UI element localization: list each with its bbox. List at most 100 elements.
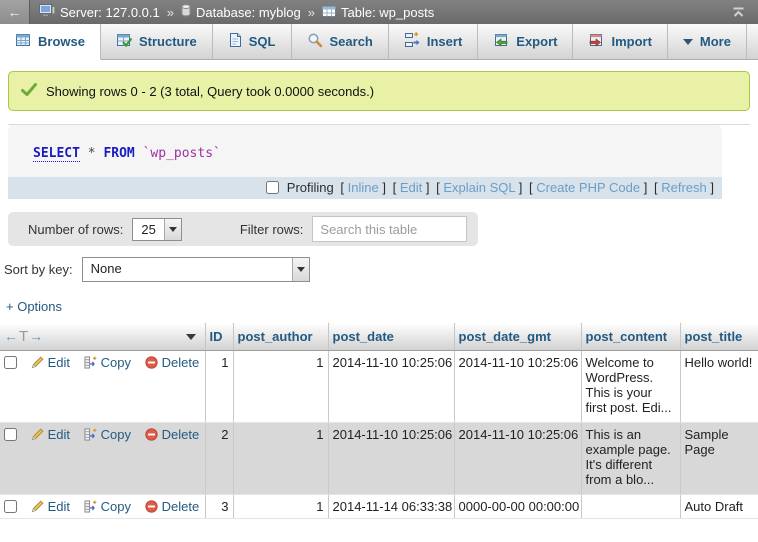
edit-row-link[interactable]: Edit [31,355,70,370]
delete-row-link[interactable]: Delete [145,427,200,442]
profiling-label: Profiling [287,180,334,195]
breadcrumb-database[interactable]: Database: myblog [181,4,301,20]
sort-row: Sort by key: None [4,257,758,282]
create-php-code-link[interactable]: Create PHP Code [536,180,640,195]
back-button[interactable]: ← [0,0,30,24]
tab-import[interactable]: Import [573,24,667,59]
row-checkbox[interactable] [4,500,17,513]
cell-post-content: This is an example page. It's different … [581,423,680,495]
cell-post-title: Hello world! [680,351,758,423]
cell-post-author: 1 [233,351,328,423]
copy-row-link[interactable]: Copy [84,499,131,514]
filter-rows-input[interactable] [312,216,467,242]
tab-more-label: More [700,34,731,49]
column-marker[interactable]: T [18,328,29,345]
table-row: Edit Copy Delete 1 1 2014-11-10 10:25:06… [0,351,758,423]
number-of-rows-select[interactable]: 25 [132,218,181,241]
tab-export-label: Export [516,34,557,49]
options-toggle-link[interactable]: + Options [6,299,62,314]
structure-icon [116,32,132,51]
tab-structure[interactable]: Structure [101,24,213,59]
column-header-id[interactable]: ID [205,323,233,351]
explain-sql-link[interactable]: Explain SQL [443,180,515,195]
column-header-post-date-gmt[interactable]: post_date_gmt [454,323,581,351]
search-icon [307,32,323,51]
inline-link[interactable]: Inline [348,180,379,195]
column-right-arrow-icon[interactable]: → [29,328,43,344]
refresh-link[interactable]: Refresh [661,180,707,195]
tab-insert-label: Insert [427,34,462,49]
collapse-panel-icon[interactable] [731,7,746,18]
copy-icon [84,356,97,369]
row-actions-cell: Edit Copy Delete [0,423,205,495]
bracket: [ [436,180,440,195]
tab-insert[interactable]: Insert [389,24,478,59]
delete-row-link[interactable]: Delete [145,499,200,514]
sort-by-key-label: Sort by key: [4,262,73,277]
tab-bar: Browse Structure SQL Search Insert Expor… [0,24,758,60]
breadcrumb-bar: ← Server: 127.0.0.1 » Database: myblog »… [0,0,758,24]
pencil-icon [31,500,44,513]
chevron-down-icon [683,39,693,45]
sql-keyword-select[interactable]: SELECT [33,146,80,162]
server-icon [39,4,55,20]
filter-rows-label: Filter rows: [240,222,304,237]
browse-icon [15,32,31,51]
sql-star: * [88,146,96,161]
cell-id: 2 [205,423,233,495]
pencil-icon [31,356,44,369]
breadcrumb-database-label: Database: myblog [196,5,301,20]
cell-post-date: 2014-11-10 10:25:06 [328,351,454,423]
tab-export[interactable]: Export [478,24,573,59]
breadcrumb-server[interactable]: Server: 127.0.0.1 [39,4,160,20]
column-header-post-author[interactable]: post_author [233,323,328,351]
actions-header: ←T→ [0,323,205,351]
cell-post-title: Sample Page [680,423,758,495]
tab-sql-label: SQL [249,34,276,49]
tab-more[interactable]: More [668,24,747,59]
sql-icon [228,32,242,51]
table-icon [322,5,336,20]
bracket: ] [382,180,386,195]
column-left-arrow-icon[interactable]: ← [4,328,18,344]
bracket: ] [519,180,523,195]
row-checkbox[interactable] [4,356,17,369]
cell-post-date: 2014-11-10 10:25:06 [328,423,454,495]
copy-icon [84,428,97,441]
delete-icon [145,500,158,513]
tool-link-group: [ Refresh ] [654,180,714,195]
status-message-text: Showing rows 0 - 2 (3 total, Query took … [46,84,374,99]
edit-row-link[interactable]: Edit [31,499,70,514]
copy-row-link[interactable]: Copy [84,427,131,442]
column-header-post-title[interactable]: post_title [680,323,758,351]
tab-import-label: Import [611,34,651,49]
row-checkbox[interactable] [4,428,17,441]
tool-link-group: [ Edit ] [393,180,430,195]
copy-row-link[interactable]: Copy [84,355,131,370]
success-check-icon [21,83,37,99]
tab-search-label: Search [330,34,373,49]
breadcrumb-server-label: Server: 127.0.0.1 [60,5,160,20]
cell-post-date-gmt: 0000-00-00 00:00:00 [454,495,581,519]
bracket: [ [529,180,533,195]
sort-by-key-select[interactable]: None [82,257,310,282]
breadcrumb-table[interactable]: Table: wp_posts [322,5,434,20]
tab-search[interactable]: Search [292,24,389,59]
row-actions-cell: Edit Copy Delete [0,495,205,519]
column-header-post-content[interactable]: post_content [581,323,680,351]
delete-icon [145,356,158,369]
delete-row-link[interactable]: Delete [145,355,200,370]
sort-by-key-value: None [83,258,292,281]
edit-query-link[interactable]: Edit [400,180,422,195]
query-tools-bar: Profiling [ Inline ] [ Edit ] [ Explain … [8,177,722,199]
insert-icon [404,32,420,51]
database-icon [181,4,191,20]
column-header-post-date[interactable]: post_date [328,323,454,351]
sort-dropdown-icon[interactable] [186,334,196,340]
tab-browse[interactable]: Browse [0,24,101,60]
bracket: [ [654,180,658,195]
number-of-rows-label: Number of rows: [28,222,123,237]
edit-row-link[interactable]: Edit [31,427,70,442]
profiling-checkbox[interactable] [266,181,279,194]
tab-sql[interactable]: SQL [213,24,292,59]
